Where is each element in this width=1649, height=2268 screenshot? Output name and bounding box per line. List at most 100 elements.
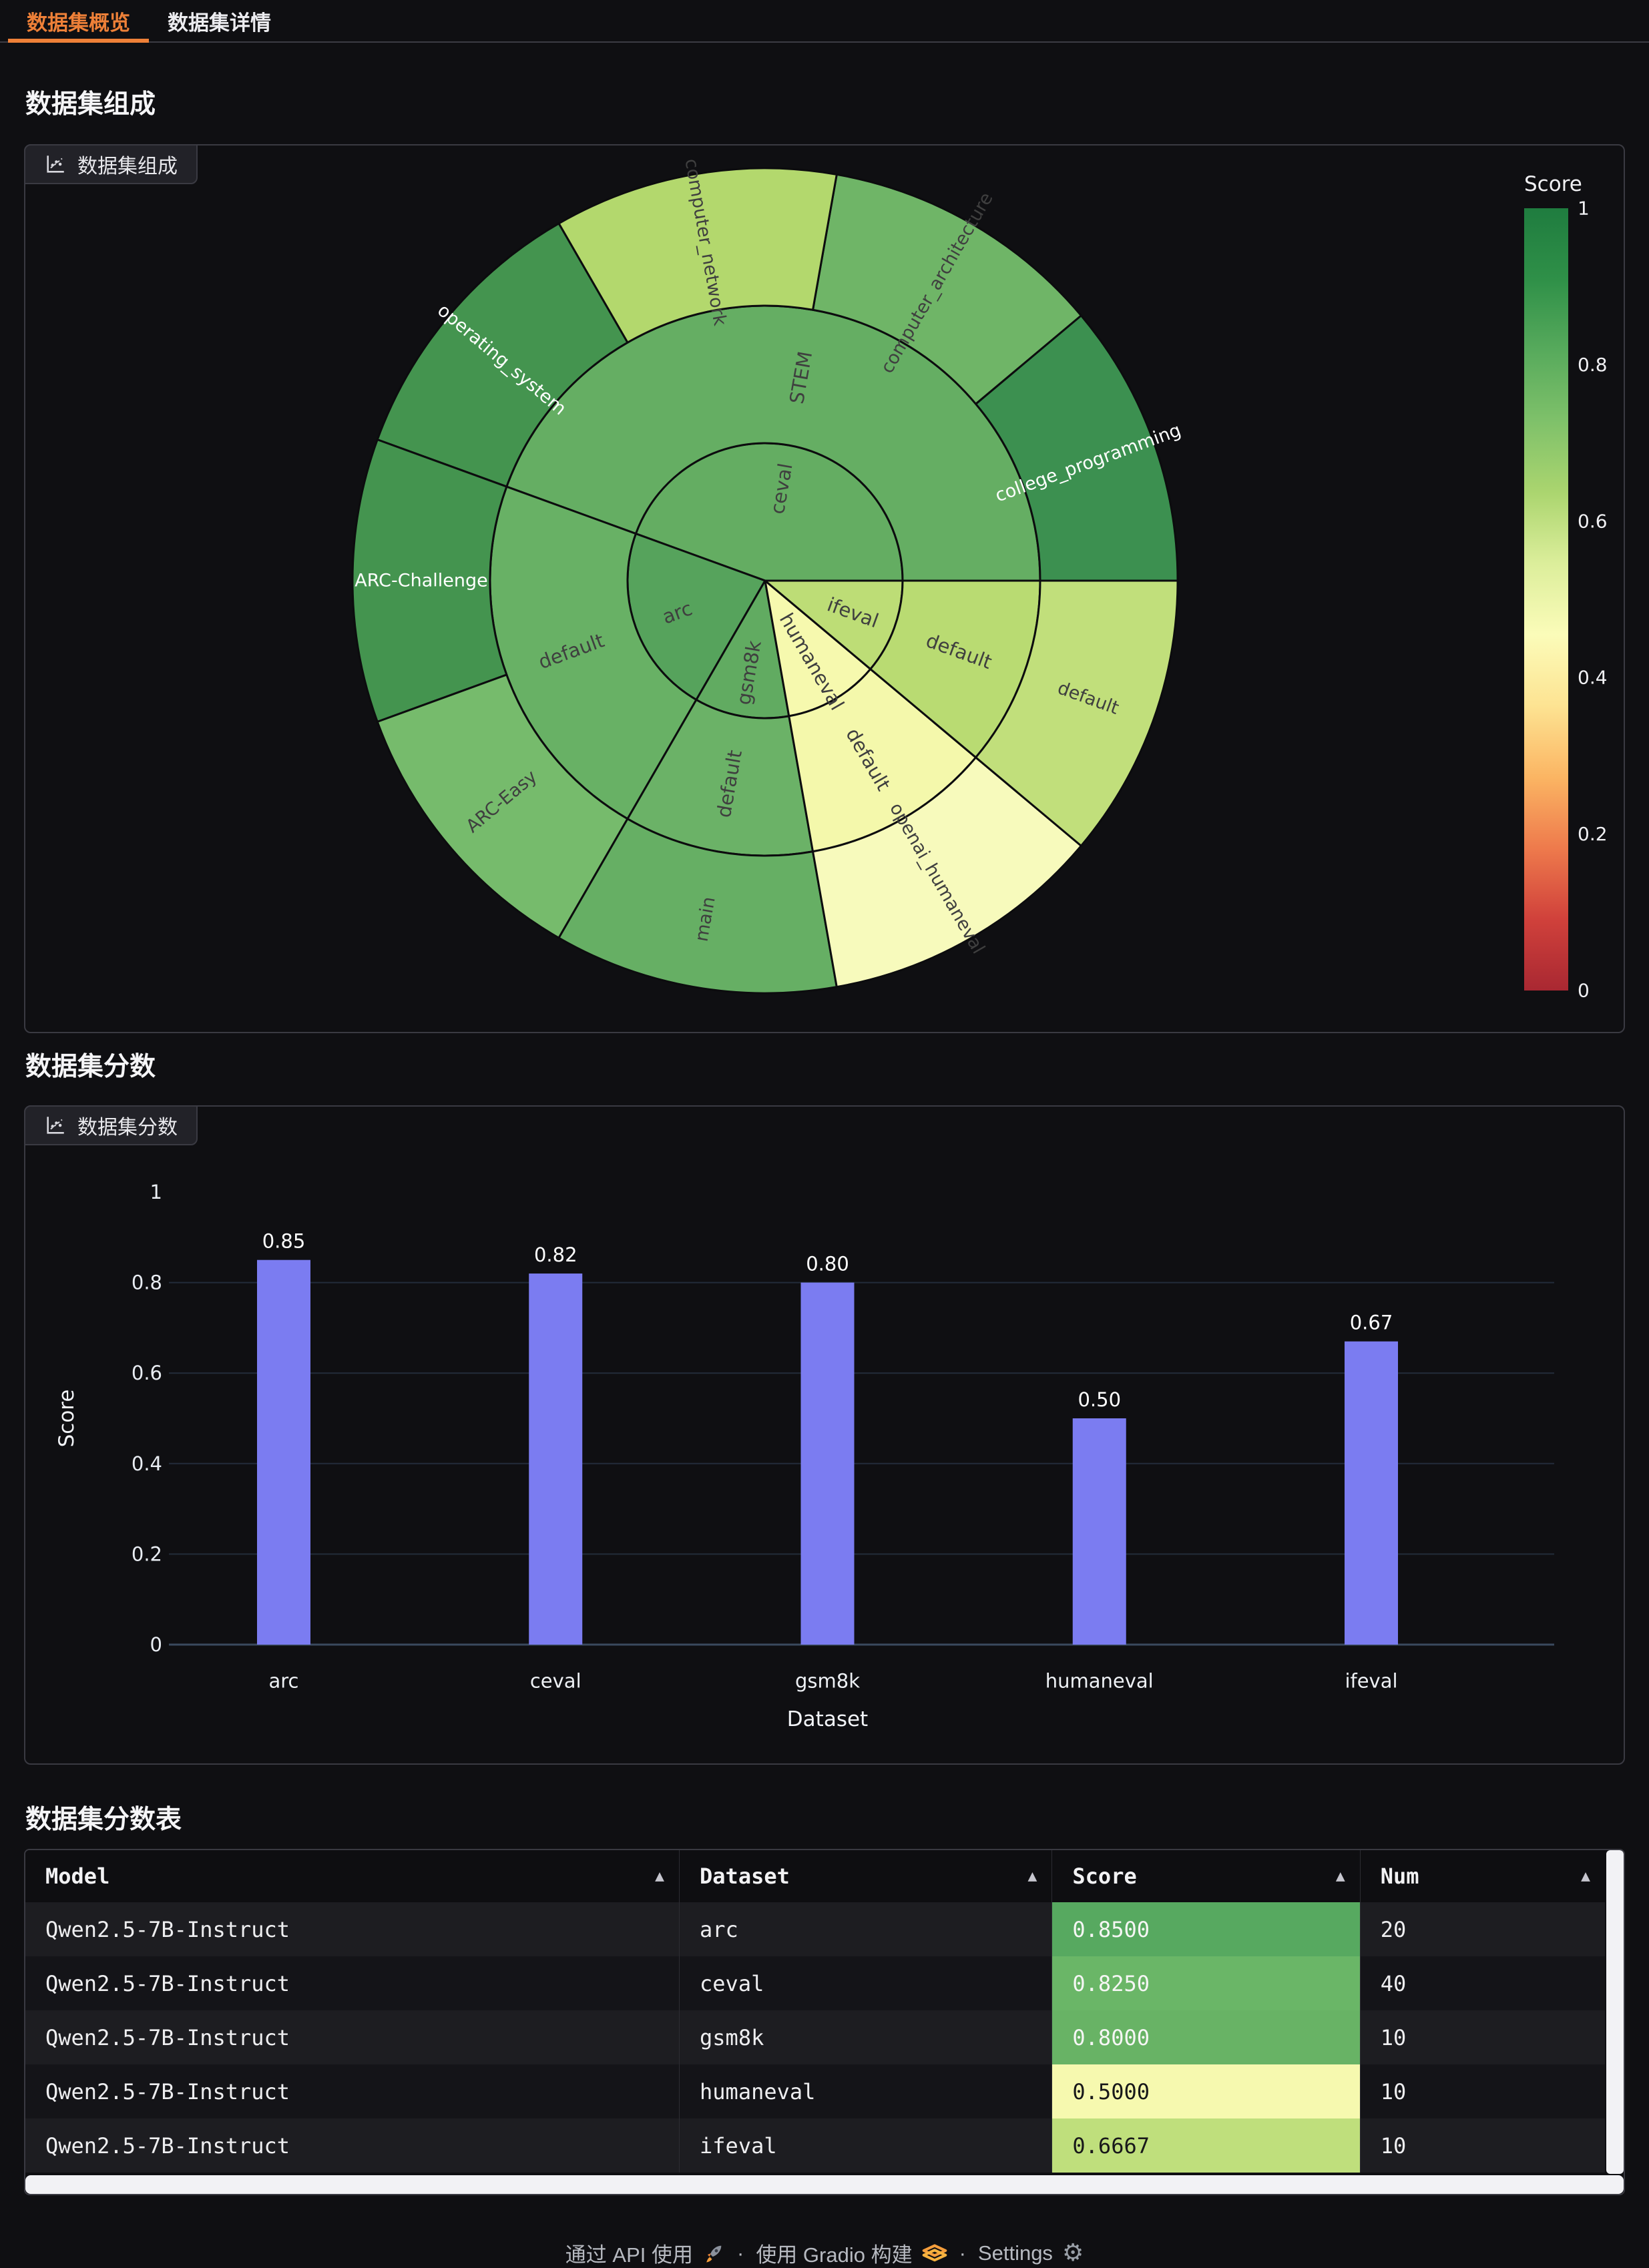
tab-label: 数据集详情 xyxy=(168,6,271,36)
built-with-gradio-link[interactable]: 使用 Gradio 构建 xyxy=(756,2238,947,2268)
table-cell[interactable]: 20 xyxy=(1361,1902,1605,1956)
colorbar-tick: 0.4 xyxy=(1578,667,1608,689)
footer: 通过 API 使用 · 使用 Gradio 构建 · Settings ⚙ xyxy=(0,2238,1649,2268)
sunburst-panel-label: 数据集组成 xyxy=(24,144,198,184)
bar-value-label: 0.67 xyxy=(1350,1312,1393,1334)
table-cell[interactable]: 0.6667 xyxy=(1052,2118,1359,2173)
bar-panel-label-text: 数据集分数 xyxy=(77,1111,178,1140)
colorbar-tick: 1 xyxy=(1578,198,1590,220)
y-tick-label: 0.6 xyxy=(132,1362,162,1384)
tab-dataset-detail[interactable]: 数据集详情 xyxy=(149,0,290,41)
table-cell[interactable]: Qwen2.5-7B-Instruct xyxy=(25,1956,679,2010)
bar-panel: 数据集分数 10.80.60.40.200.85arc0.82ceval0.80… xyxy=(24,1105,1625,1765)
bar-gsm8k[interactable] xyxy=(801,1283,855,1645)
column-header-model[interactable]: Model▲ xyxy=(25,1850,680,1902)
table-vertical-scrollbar[interactable] xyxy=(1606,1850,1624,2174)
footer-separator: · xyxy=(737,2241,744,2265)
table-header-row: Model▲ Dataset ▲ Score ▲ Num ▲ xyxy=(25,1850,1605,1902)
sort-ascending-icon[interactable]: ▲ xyxy=(1028,1868,1037,1885)
column-header-dataset[interactable]: Dataset ▲ xyxy=(680,1850,1052,1902)
bar-ifeval[interactable] xyxy=(1345,1342,1398,1645)
table-cell[interactable]: ifeval xyxy=(680,2118,1051,2173)
table-cell[interactable]: 0.5000 xyxy=(1052,2064,1359,2118)
sunburst-panel: 数据集组成 cevalarcgsm8khumanevalifevalSTEMde… xyxy=(24,144,1625,1033)
table-cell[interactable]: Qwen2.5-7B-Instruct xyxy=(25,2118,679,2173)
sunburst-label: ARC-Challenge xyxy=(355,571,487,591)
table-row: Qwen2.5-7B-Instructarc0.850020 xyxy=(25,1902,1605,1956)
bar-value-label: 0.50 xyxy=(1078,1388,1121,1411)
score-table: Model▲ Dataset ▲ Score ▲ Num ▲ Qwen2.5-7B-Inst… xyxy=(24,1849,1625,2195)
x-tick-label: ceval xyxy=(530,1670,581,1693)
x-axis-title: Dataset xyxy=(787,1707,868,1731)
bar-value-label: 0.80 xyxy=(806,1253,849,1275)
y-axis-title: Score xyxy=(55,1390,79,1448)
x-tick-label: gsm8k xyxy=(795,1670,860,1693)
sort-ascending-icon[interactable]: ▲ xyxy=(655,1868,664,1885)
rocket-icon xyxy=(702,2242,725,2265)
table-cell[interactable]: 40 xyxy=(1361,1956,1605,2010)
table-cell[interactable]: Qwen2.5-7B-Instruct xyxy=(25,1902,679,1956)
table-row: Qwen2.5-7B-Instructceval0.825040 xyxy=(25,1956,1605,2010)
column-header-label: Score xyxy=(1072,1864,1136,1889)
bar-chart: 10.80.60.40.200.85arc0.82ceval0.80gsm8k0… xyxy=(25,1107,1623,1761)
colorbar-tick: 0.6 xyxy=(1578,510,1608,532)
use-via-api-label: 通过 API 使用 xyxy=(565,2238,693,2268)
colorbar-tick: 0.8 xyxy=(1578,354,1608,376)
table-cell[interactable]: 10 xyxy=(1361,2064,1605,2118)
built-with-gradio-label: 使用 Gradio 构建 xyxy=(756,2238,912,2268)
bar-panel-label: 数据集分数 xyxy=(24,1105,198,1145)
sort-ascending-icon[interactable]: ▲ xyxy=(1581,1868,1590,1885)
settings-label: Settings xyxy=(978,2241,1053,2265)
column-header-score[interactable]: Score ▲ xyxy=(1052,1850,1360,1902)
sunburst-panel-label-text: 数据集组成 xyxy=(77,150,178,179)
y-tick-label: 0 xyxy=(150,1633,162,1656)
column-header-num[interactable]: Num ▲ xyxy=(1360,1850,1605,1902)
footer-separator: · xyxy=(959,2241,966,2265)
gear-icon: ⚙ xyxy=(1062,2241,1084,2265)
sunburst-chart: cevalarcgsm8khumanevalifevalSTEMdefaultd… xyxy=(25,146,1623,1029)
bar-ceval[interactable] xyxy=(529,1273,582,1645)
table-cell[interactable]: Qwen2.5-7B-Instruct xyxy=(25,2010,679,2064)
table-row: Qwen2.5-7B-Instructhumaneval0.500010 xyxy=(25,2064,1605,2118)
tab-bar: 数据集概览 数据集详情 xyxy=(0,0,1649,43)
table-cell[interactable]: 0.8250 xyxy=(1052,1956,1359,2010)
column-header-label: Num xyxy=(1381,1864,1419,1889)
table-cell[interactable]: gsm8k xyxy=(680,2010,1051,2064)
x-tick-label: ifeval xyxy=(1345,1670,1397,1693)
colorbar-tick: 0 xyxy=(1578,980,1590,1002)
table-cell[interactable]: arc xyxy=(680,1902,1051,1956)
x-tick-label: humaneval xyxy=(1045,1670,1154,1693)
colorbar-tick: 0.2 xyxy=(1578,823,1608,845)
score-table-heading: 数据集分数表 xyxy=(25,1805,1649,1835)
tab-label: 数据集概览 xyxy=(27,6,130,36)
table-cell[interactable]: Qwen2.5-7B-Instruct xyxy=(25,2064,679,2118)
table-cell[interactable]: 10 xyxy=(1361,2118,1605,2173)
y-tick-label: 0.2 xyxy=(132,1542,162,1565)
composition-heading: 数据集组成 xyxy=(25,89,1649,120)
sort-ascending-icon[interactable]: ▲ xyxy=(1336,1868,1345,1885)
table-cell[interactable]: 0.8000 xyxy=(1052,2010,1359,2064)
table-cell[interactable]: ceval xyxy=(680,1956,1051,2010)
scores-heading: 数据集分数 xyxy=(25,1052,1649,1083)
y-tick-label: 0.4 xyxy=(132,1452,162,1475)
x-tick-label: arc xyxy=(268,1670,298,1693)
bar-value-label: 0.82 xyxy=(534,1243,577,1266)
settings-link[interactable]: Settings ⚙ xyxy=(978,2241,1084,2265)
column-header-label: Dataset xyxy=(700,1864,790,1889)
table-cell[interactable]: 10 xyxy=(1361,2010,1605,2064)
use-via-api-link[interactable]: 通过 API 使用 xyxy=(565,2238,725,2268)
table-row: Qwen2.5-7B-Instructgsm8k0.800010 xyxy=(25,2010,1605,2064)
table-horizontal-scrollbar[interactable] xyxy=(25,2175,1624,2194)
bar-humaneval[interactable] xyxy=(1073,1418,1126,1645)
table-cell[interactable]: humaneval xyxy=(680,2064,1051,2118)
scatter-chart-icon xyxy=(44,153,67,176)
table-cell[interactable]: 0.8500 xyxy=(1052,1902,1359,1956)
y-tick-label: 1 xyxy=(150,1181,162,1203)
tab-dataset-overview[interactable]: 数据集概览 xyxy=(8,0,149,41)
scatter-chart-icon xyxy=(44,1114,67,1137)
colorbar xyxy=(1524,208,1568,990)
colorbar-title: Score xyxy=(1524,172,1582,196)
bar-arc[interactable] xyxy=(257,1260,310,1645)
table-row: Qwen2.5-7B-Instructifeval0.666710 xyxy=(25,2118,1605,2173)
bar-value-label: 0.85 xyxy=(262,1230,306,1253)
